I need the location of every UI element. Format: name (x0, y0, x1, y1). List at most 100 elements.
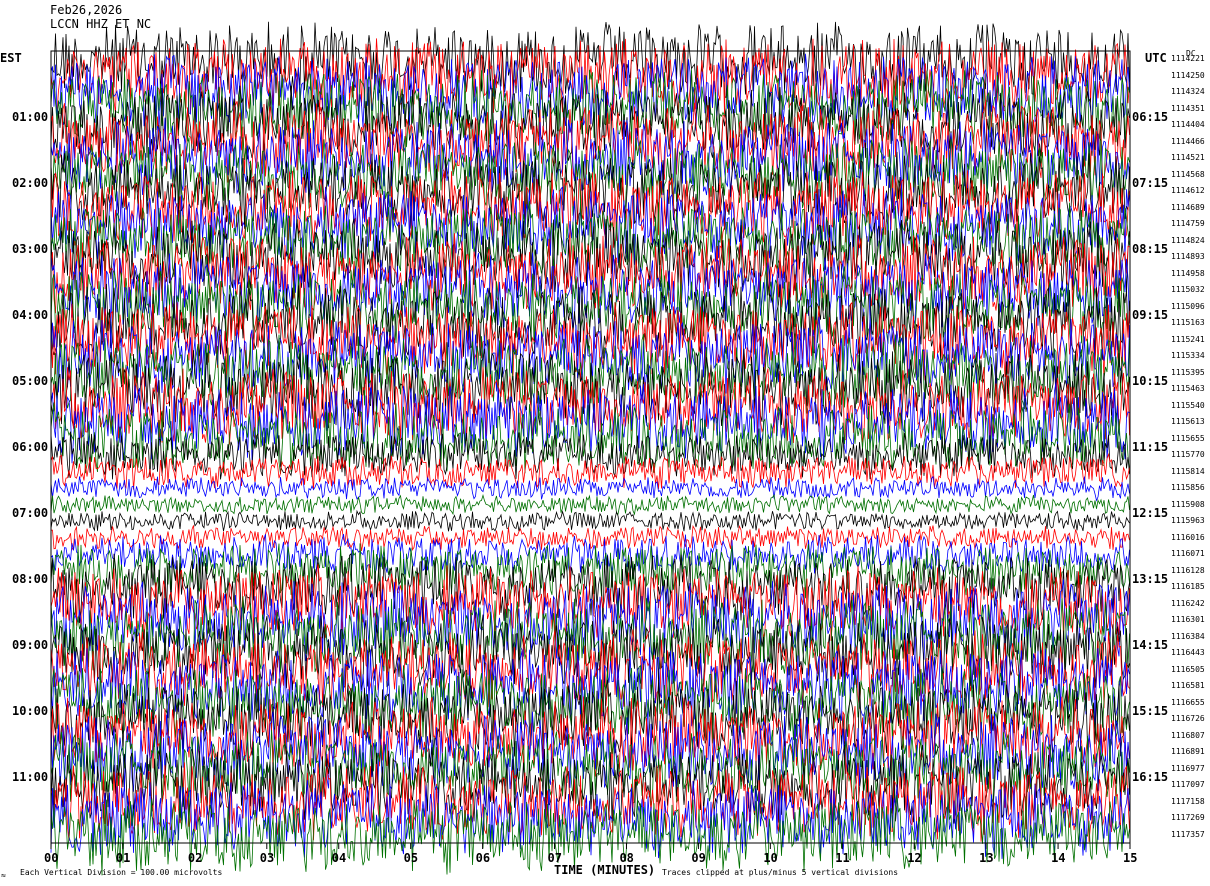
trace-count-label: 1116242 (1171, 598, 1205, 608)
trace-count-label: 1115856 (1171, 483, 1205, 493)
trace-count-label: 1116891 (1171, 747, 1205, 757)
est-hour-label: 04:00 (12, 308, 49, 322)
trace-group (50, 21, 1130, 876)
date-label: Feb26,2026 (50, 3, 123, 17)
utc-hour-label: 13:15 (1132, 572, 1169, 586)
trace-count-label: 1114521 (1171, 153, 1205, 163)
trace-line (50, 533, 1130, 575)
utc-hour-label: 14:15 (1132, 638, 1169, 652)
est-hour-label: 11:00 (12, 770, 49, 784)
x-axis-title: TIME (MINUTES) (554, 863, 656, 877)
est-hour-label: 02:00 (12, 176, 49, 190)
est-hour-label: 10:00 (12, 704, 49, 718)
x-tick-label: 02 (187, 851, 203, 865)
x-tick-label: 14 (1051, 851, 1066, 865)
est-hour-label: 01:00 (12, 110, 49, 124)
scale-note: Each Vertical Division = 100.00 microvol… (20, 868, 223, 877)
trace-count-label: 1114221 (1171, 54, 1205, 64)
trace-count-label: 1117097 (1171, 780, 1205, 790)
trace-count-label: 1114958 (1171, 268, 1205, 278)
trace-count-label: 1116443 (1171, 648, 1205, 658)
utc-hour-label: 16:15 (1132, 770, 1169, 784)
utc-hour-label: 11:15 (1132, 440, 1169, 454)
trace-count-label: 1116581 (1171, 681, 1205, 691)
trace-count-label: 1115963 (1171, 516, 1205, 526)
trace-line (50, 493, 1130, 516)
helicorder-plot (50, 21, 1131, 876)
x-tick-label: 13 (979, 851, 994, 865)
est-hour-label: 09:00 (12, 638, 49, 652)
trace-count-label: 1116726 (1171, 714, 1205, 724)
trace-count-label: 1116185 (1171, 582, 1205, 592)
trace-count-label: 1116655 (1171, 697, 1205, 707)
trace-count-label: 1115655 (1171, 433, 1205, 443)
trace-count-label: 1115613 (1171, 417, 1205, 427)
station-label: LCCN HHZ ET NC (50, 17, 152, 31)
trace-count-label: 1114466 (1171, 136, 1205, 146)
est-hour-label: 06:00 (12, 440, 49, 454)
x-tick-label: 03 (259, 851, 275, 865)
trace-count-label: 1116384 (1171, 631, 1205, 641)
trace-count-label: 1115032 (1171, 285, 1205, 295)
trace-count-label: 1117158 (1171, 796, 1205, 806)
trace-count-label: 1115814 (1171, 466, 1205, 476)
x-tick-label: 06 (475, 851, 491, 865)
trace-count-label: 1114351 (1171, 103, 1205, 113)
x-tick-label: 05 (403, 851, 419, 865)
trace-count-label: 1115395 (1171, 367, 1205, 377)
utc-hour-label: 12:15 (1132, 506, 1169, 520)
left-axis-title: EST (0, 51, 22, 65)
x-tick-label: 01 (115, 851, 131, 865)
est-hour-label: 07:00 (12, 506, 49, 520)
trace-count-label: 1114612 (1171, 186, 1205, 196)
trace-count-label: 1115463 (1171, 384, 1205, 394)
trace-count-label: 1115163 (1171, 318, 1205, 328)
clip-note: Traces clipped at plus/minus 5 vertical … (662, 868, 899, 877)
x-tick-label: 04 (331, 851, 347, 865)
utc-hour-label: 15:15 (1132, 704, 1169, 718)
trace-line (50, 21, 1130, 100)
trace-count-label: 1114689 (1171, 202, 1205, 212)
utc-hour-label: 07:15 (1132, 176, 1169, 190)
trace-count-label: 1114250 (1171, 70, 1205, 80)
trace-count-label: 1116505 (1171, 664, 1205, 674)
x-tick-label: 11 (835, 851, 850, 865)
trace-count-label: 1114568 (1171, 169, 1205, 179)
x-tick-label: 09 (691, 851, 706, 865)
x-tick-label: 10 (763, 851, 778, 865)
trace-count-label: 1115334 (1171, 351, 1205, 361)
right-axis-title: UTC (1145, 51, 1167, 65)
x-tick-label: 12 (907, 851, 922, 865)
trace-count-label: 1115540 (1171, 400, 1205, 410)
trace-count-label: 1114824 (1171, 235, 1205, 245)
trace-count-label: 1114759 (1171, 219, 1205, 229)
trace-count-label: 1116977 (1171, 763, 1205, 773)
est-hour-label: 03:00 (12, 242, 49, 256)
utc-hour-label: 06:15 (1132, 110, 1169, 124)
x-tick-label: 00 (44, 851, 59, 865)
trace-count-label: 1116807 (1171, 730, 1205, 740)
trace-count-label: 1114893 (1171, 252, 1205, 262)
utc-hour-label: 10:15 (1132, 374, 1169, 388)
corner-mark: ≈ (1, 871, 6, 880)
trace-line (50, 509, 1130, 532)
trace-count-label: 1116301 (1171, 615, 1205, 625)
trace-count-label: 1114324 (1171, 87, 1205, 97)
trace-count-label: 1115908 (1171, 499, 1205, 509)
utc-hour-label: 09:15 (1132, 308, 1169, 322)
est-hour-label: 05:00 (12, 374, 49, 388)
trace-count-label: 1114404 (1171, 120, 1205, 130)
trace-line (50, 475, 1130, 502)
x-tick-label: 15 (1123, 851, 1138, 865)
trace-count-label: 1116016 (1171, 532, 1205, 542)
trace-count-label: 1117269 (1171, 813, 1205, 823)
trace-count-label: 1115096 (1171, 301, 1205, 311)
trace-count-label: 1116128 (1171, 565, 1205, 575)
trace-count-label: 1115770 (1171, 450, 1205, 460)
trace-line (51, 524, 1130, 552)
trace-count-label: 1115241 (1171, 334, 1205, 344)
utc-hour-label: 08:15 (1132, 242, 1169, 256)
est-hour-label: 08:00 (12, 572, 49, 586)
trace-count-label: 1117357 (1171, 829, 1205, 839)
trace-count-label: 1116071 (1171, 549, 1205, 559)
